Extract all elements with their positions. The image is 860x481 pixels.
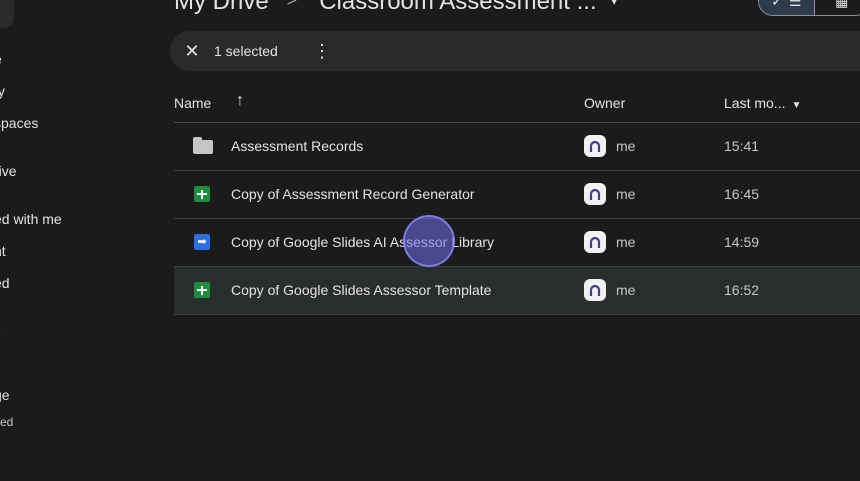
check-icon: ✓ — [771, 0, 783, 9]
avatar — [584, 231, 606, 253]
sidebar: e ty spaces rive ed with me nt ed ● ge s… — [0, 0, 160, 481]
last-modified-value: 16:45 — [724, 186, 760, 202]
table-header: Name ↑ Owner Last mo... ▼ — [174, 90, 860, 123]
file-name: Copy of Google Slides Assessor Template — [231, 282, 492, 298]
more-vert-icon[interactable]: ⋮ — [310, 39, 334, 63]
owner-value: me — [616, 138, 636, 154]
breadcrumb-current-folder[interactable]: Classroom Assessment ... — [319, 0, 596, 15]
sidebar-item-shared-with-me[interactable]: ed with me — [0, 211, 62, 227]
sidebar-item-storage[interactable]: ge — [0, 387, 10, 403]
spam-icon: ● — [0, 322, 2, 336]
arrow-up-icon[interactable]: ↑ — [236, 92, 244, 110]
main-content: My Drive > Classroom Assessment ... ▾ ✓ ☰ ▦… — [160, 0, 860, 481]
sheets-icon — [194, 186, 210, 202]
view-toggle: ✓ ☰ ▦ — [758, 0, 860, 16]
table-row[interactable]: Assessment Records me 15:41 — [174, 123, 860, 171]
new-button[interactable] — [0, 0, 14, 28]
breadcrumb-my-drive[interactable]: My Drive — [174, 0, 269, 15]
column-header-owner[interactable]: Owner — [584, 95, 625, 111]
last-modified-value: 16:52 — [724, 282, 760, 298]
column-header-last-modified[interactable]: Last mo... ▼ — [724, 95, 801, 111]
owner-value: me — [616, 282, 636, 298]
avatar — [584, 135, 606, 157]
apps-script-icon: ➡ — [194, 234, 210, 250]
selected-count: 1 selected — [214, 43, 278, 59]
storage-used-text: sed — [0, 415, 14, 429]
column-header-name[interactable]: Name — [174, 95, 211, 111]
breadcrumb-separator-icon: > — [286, 0, 298, 10]
list-view-icon: ☰ — [788, 0, 802, 9]
breadcrumb: My Drive > Classroom Assessment ... ▾ — [174, 0, 618, 16]
sort-dropdown-icon: ▼ — [791, 100, 802, 111]
file-name: Assessment Records — [231, 138, 364, 154]
avatar — [584, 183, 606, 205]
sidebar-item-home[interactable]: e — [0, 51, 2, 67]
cursor-highlight — [403, 215, 455, 267]
sidebar-item-activity[interactable]: ty — [0, 83, 5, 99]
grid-view-button[interactable]: ▦ — [815, 0, 860, 15]
owner-value: me — [616, 234, 636, 250]
close-icon[interactable]: ✕ — [180, 39, 204, 63]
sidebar-item-starred[interactable]: ed — [0, 275, 10, 291]
sheets-icon — [194, 282, 210, 298]
sidebar-item-my-drive[interactable]: rive — [0, 163, 17, 179]
avatar — [584, 279, 606, 301]
sidebar-item-recent[interactable]: nt — [0, 243, 6, 259]
owner-value: me — [616, 186, 636, 202]
last-modified-label: Last mo... — [724, 95, 786, 111]
selection-bar: ✕ 1 selected ⋮ — [170, 31, 860, 71]
grid-view-icon: ▦ — [835, 0, 849, 9]
table-row-selected[interactable]: Copy of Google Slides Assessor Template … — [174, 267, 860, 315]
folder-icon — [193, 137, 213, 154]
last-modified-value: 15:41 — [724, 138, 760, 154]
last-modified-value: 14:59 — [724, 234, 760, 250]
sidebar-item-workspaces[interactable]: spaces — [0, 115, 38, 131]
chevron-down-icon[interactable]: ▾ — [611, 0, 618, 8]
list-view-button[interactable]: ✓ ☰ — [759, 0, 815, 15]
table-row[interactable]: Copy of Assessment Record Generator me 1… — [174, 171, 860, 219]
file-name: Copy of Assessment Record Generator — [231, 186, 475, 202]
table-row[interactable]: ➡ Copy of Google Slides AI Assessor Libr… — [174, 219, 860, 267]
